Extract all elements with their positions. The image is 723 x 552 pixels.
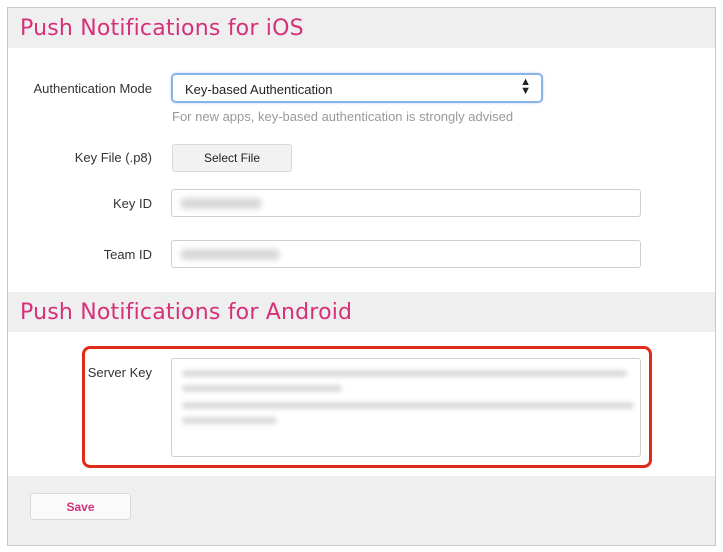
auth-mode-hint: For new apps, key-based authentication i… bbox=[172, 109, 514, 124]
redacted-value bbox=[180, 198, 262, 209]
key-id-input[interactable] bbox=[171, 189, 641, 217]
up-down-arrows-icon: ▲ ▼ bbox=[520, 76, 531, 97]
auth-mode-label: Authentication Mode bbox=[33, 81, 152, 96]
ios-section-title: Push Notifications for iOS bbox=[20, 16, 304, 41]
key-file-label: Key File (.p8) bbox=[74, 150, 152, 165]
auth-mode-value: Key-based Authentication bbox=[185, 82, 333, 97]
team-id-label: Team ID bbox=[103, 247, 152, 262]
save-button[interactable]: Save bbox=[30, 493, 131, 520]
ios-section-header: Push Notifications for iOS bbox=[8, 8, 715, 48]
team-id-input[interactable] bbox=[171, 240, 641, 268]
android-section-title: Push Notifications for Android bbox=[20, 300, 353, 325]
select-file-button[interactable]: Select File bbox=[172, 144, 292, 172]
redacted-value bbox=[180, 249, 280, 260]
form-footer: Save bbox=[8, 476, 715, 545]
auth-mode-select[interactable]: Key-based Authentication ▲ ▼ bbox=[171, 73, 543, 103]
key-id-label: Key ID bbox=[112, 196, 152, 211]
android-section-header: Push Notifications for Android bbox=[8, 292, 715, 332]
annotation-highlight bbox=[82, 346, 652, 468]
